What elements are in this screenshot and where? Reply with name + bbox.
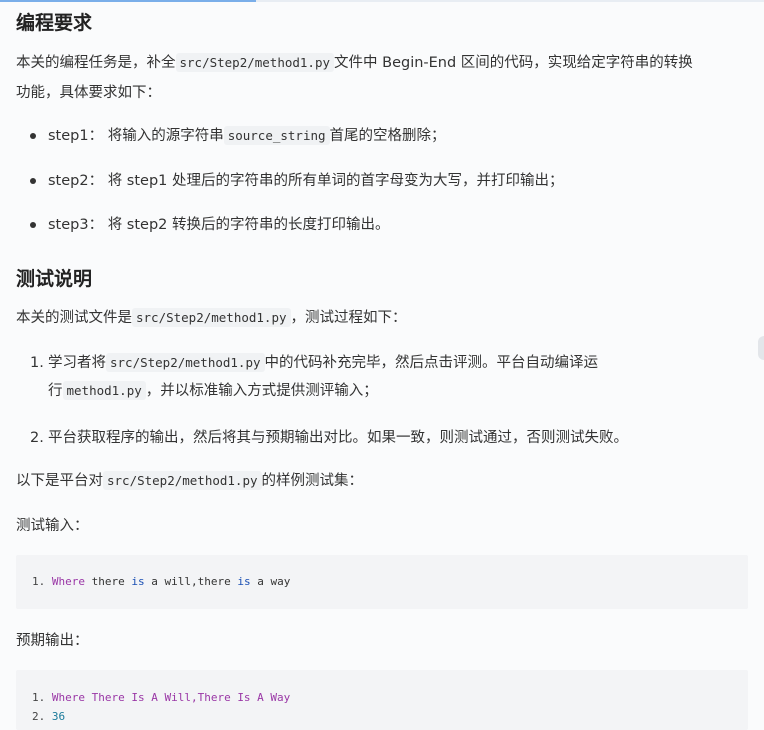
code-line: 2. 36	[32, 710, 66, 723]
line-number: 1.	[32, 691, 46, 704]
item-number: 2.	[30, 430, 44, 446]
line-number: 1.	[32, 575, 46, 588]
item-number: 1.	[30, 355, 44, 371]
expected-output-codeblock: 1. Where There Is A Will,There Is A Way …	[16, 670, 748, 730]
code-line: 1. Where there is a will,there is a way	[32, 575, 291, 588]
step1-text: step1： 将输入的源字符串 source_string 首尾的空格删除；	[48, 126, 446, 145]
step3-text: step3： 将 step2 转换后的字符串的长度打印输出。	[48, 217, 390, 233]
intro-code: src/Step2/method1.py	[175, 53, 335, 72]
item1-code2: method1.py	[62, 381, 146, 400]
item2-text: 平台获取程序的输出，然后将其与预期输出对比。如果一致，则测试通过，否则测试失败。	[48, 430, 628, 446]
active-tab-indicator	[0, 0, 256, 2]
step2-text: step2： 将 step1 处理后的字符串的所有单词的首字母变为大写，并打印输…	[48, 173, 564, 189]
bullet-dot	[30, 178, 36, 184]
sample-code: src/Step2/method1.py	[103, 471, 262, 490]
testing-title: 测试说明	[16, 268, 93, 290]
output-label: 预期输出：	[16, 633, 89, 649]
requirements-title: 编程要求	[16, 12, 93, 34]
sample-intro: 以下是平台对 src/Step2/method1.py 的样例测试集：	[16, 471, 364, 490]
testing-intro: 本关的测试文件是 src/Step2/method1.py ，测试过程如下：	[16, 308, 407, 327]
line-number: 2.	[32, 710, 46, 723]
bullet-dot	[30, 133, 36, 139]
intro-text-b: 文件中 Begin-End 区间的代码，实现给定字符串的转换	[334, 55, 693, 71]
bullet-dot	[30, 222, 36, 228]
requirements-intro-2: 功能，具体要求如下：	[16, 85, 161, 101]
input-label: 测试输入：	[16, 518, 89, 534]
requirements-intro: 本关的编程任务是，补全 src/Step2/method1.py 文件中 Begin…	[16, 49, 748, 77]
item1-text: 学习者将 src/Step2/method1.py 中的代码补充完毕，然后点击评测。…	[48, 353, 599, 400]
step1-code: source_string	[223, 126, 330, 145]
code-line: 1. Where There Is A Will,There Is A Way	[32, 691, 291, 704]
scroll-handle[interactable]	[758, 336, 764, 360]
testing-intro-code: src/Step2/method1.py	[132, 308, 291, 327]
test-input-codeblock: 1. Where there is a will,there is a way	[16, 555, 748, 609]
intro-text-a: 本关的编程任务是，补全	[16, 55, 176, 71]
item1-code: src/Step2/method1.py	[106, 353, 265, 372]
